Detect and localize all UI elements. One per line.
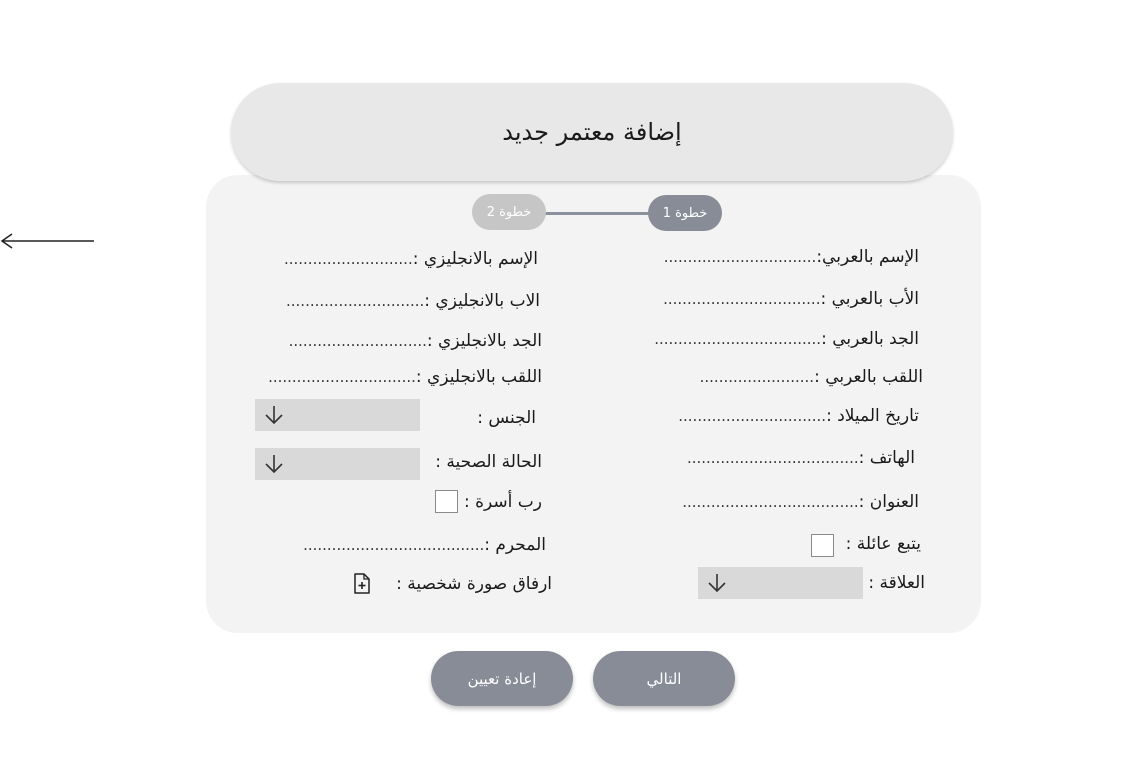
phone-input[interactable]: ....................................: [687, 449, 859, 467]
relation-field: العلاقة :: [868, 573, 925, 593]
surname-en-field[interactable]: اللقب بالانجليزي : .....................…: [268, 367, 542, 387]
birthdate-input[interactable]: ...............................: [678, 407, 826, 425]
address-field[interactable]: العنوان : ..............................…: [682, 492, 919, 512]
address-label: العنوان :: [858, 492, 919, 512]
page-header: إضافة معتمر جديد: [231, 83, 953, 181]
next-button[interactable]: التالي: [593, 651, 735, 706]
grandfather-ar-field[interactable]: الجد بالعربي : .........................…: [654, 329, 919, 349]
photo-label: ارفاق صورة شخصية :: [396, 574, 552, 594]
grandfather-ar-input[interactable]: ...................................: [654, 330, 821, 348]
surname-ar-input[interactable]: ........................: [700, 368, 814, 386]
family-head-label: رب أسرة :: [463, 492, 542, 512]
name-en-label: الإسم بالانجليزي :: [412, 249, 538, 269]
father-en-label: الاب بالانجليزي :: [424, 291, 540, 311]
name-ar-input[interactable]: ................................: [664, 248, 817, 266]
birthdate-label: تاريخ الميلاد :: [826, 406, 919, 426]
arrow-down-icon: [265, 406, 283, 425]
gender-label: الجنس :: [477, 408, 536, 428]
mahram-field[interactable]: المحرم : ...............................…: [303, 535, 546, 555]
phone-label: الهاتف :: [858, 448, 915, 468]
arrow-down-icon: [265, 455, 283, 474]
follows-family-field: يتبع عائلة :: [846, 534, 921, 554]
arrow-down-icon: [708, 574, 726, 593]
health-label: الحالة الصحية :: [435, 452, 542, 472]
mahram-label: المحرم :: [484, 535, 546, 555]
step-1-indicator[interactable]: خطوة 1: [648, 195, 722, 231]
grandfather-en-label: الجد بالانجليزي :: [426, 331, 542, 351]
gender-select[interactable]: [255, 399, 420, 431]
grandfather-en-input[interactable]: .............................: [289, 332, 427, 350]
relation-label: العلاقة :: [868, 573, 925, 593]
follows-family-label: يتبع عائلة :: [845, 534, 921, 554]
family-head-checkbox[interactable]: [435, 490, 458, 513]
grandfather-en-field[interactable]: الجد بالانجليزي : ......................…: [289, 331, 542, 351]
relation-select[interactable]: [698, 567, 863, 599]
father-ar-input[interactable]: .................................: [663, 290, 820, 308]
surname-en-input[interactable]: ...............................: [268, 368, 416, 386]
birthdate-field[interactable]: تاريخ الميلاد : ........................…: [678, 406, 919, 426]
back-arrow-icon[interactable]: [0, 230, 96, 252]
name-ar-label: الإسم بالعربي:: [816, 247, 919, 267]
father-ar-label: الأب بالعربي :: [820, 289, 919, 309]
mahram-input[interactable]: ......................................: [303, 536, 484, 554]
stepper-connector: [545, 212, 651, 215]
gender-field: الجنس :: [477, 408, 536, 428]
health-select[interactable]: [255, 448, 420, 480]
step-2-indicator[interactable]: خطوة 2: [472, 194, 546, 230]
photo-field: ارفاق صورة شخصية :: [396, 574, 552, 594]
father-en-field[interactable]: الاب بالانجليزي : ......................…: [286, 291, 540, 311]
surname-en-label: اللقب بالانجليزي :: [415, 367, 542, 387]
family-head-field: رب أسرة :: [464, 492, 542, 512]
surname-ar-field[interactable]: اللقب بالعربي : ........................: [700, 367, 923, 387]
name-en-input[interactable]: ...........................: [284, 250, 413, 268]
add-file-icon[interactable]: [353, 573, 371, 594]
address-input[interactable]: .....................................: [682, 493, 858, 511]
phone-field[interactable]: الهاتف : ...............................…: [687, 448, 915, 468]
name-ar-field[interactable]: الإسم بالعربي: .........................…: [664, 247, 919, 267]
surname-ar-label: اللقب بالعربي :: [814, 367, 923, 387]
follows-family-checkbox[interactable]: [811, 534, 834, 557]
name-en-field[interactable]: الإسم بالانجليزي : .....................…: [284, 249, 538, 269]
grandfather-ar-label: الجد بالعربي :: [821, 329, 919, 349]
page-title: إضافة معتمر جديد: [502, 118, 682, 146]
health-field: الحالة الصحية :: [435, 452, 542, 472]
father-en-input[interactable]: .............................: [286, 292, 424, 310]
father-ar-field[interactable]: الأب بالعربي : .........................…: [663, 289, 919, 309]
reset-button[interactable]: إعادة تعيين: [431, 651, 573, 706]
